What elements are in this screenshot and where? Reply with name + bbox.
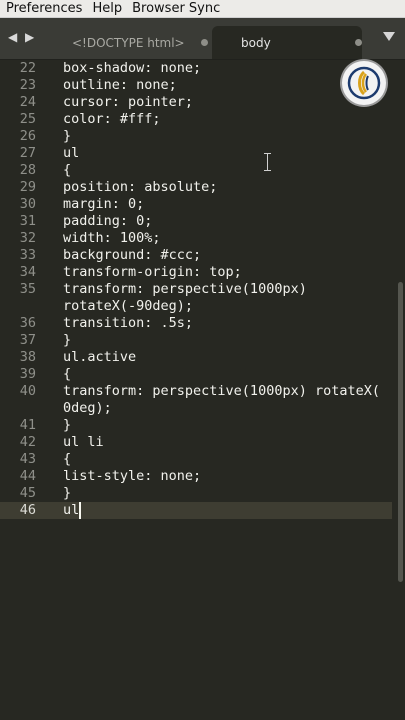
tab-close-dot-icon[interactable]: [200, 39, 208, 46]
code-text: width: 100%;: [63, 230, 161, 246]
text-cursor-icon: [263, 153, 272, 171]
code-text: color: #fff;: [63, 111, 161, 127]
line-number: 40: [19, 383, 36, 399]
code-line[interactable]: 44 list-style: none;: [0, 468, 392, 485]
code-text: ul: [63, 145, 80, 161]
code-line[interactable]: 28 {: [0, 162, 392, 179]
line-number: 36: [19, 315, 36, 331]
code-text: margin: 0;: [63, 196, 145, 212]
scrollbar[interactable]: [393, 60, 405, 720]
line-number: 42: [19, 434, 36, 450]
code-text: transition: .5s;: [63, 315, 194, 331]
line-number: 26: [19, 128, 36, 144]
code-line[interactable]: 31 padding: 0;: [0, 213, 392, 230]
line-number: 33: [19, 247, 36, 263]
code-line[interactable]: 37}: [0, 332, 392, 349]
code-text: ul: [63, 502, 80, 518]
code-text: ul.active: [63, 349, 137, 365]
code-text: {: [63, 366, 72, 382]
line-number: 27: [19, 145, 36, 161]
menu-help[interactable]: Help: [86, 1, 126, 16]
menu-bar: Preferences Help Browser Sync: [0, 0, 405, 18]
code-line[interactable]: 39 {: [0, 366, 392, 383]
code-text: }: [63, 485, 72, 501]
code-text: {: [63, 451, 72, 467]
code-text: position: absolute;: [63, 179, 218, 195]
code-line[interactable]: 43 {: [0, 451, 392, 468]
code-text: list-style: none;: [63, 468, 202, 484]
tab-body[interactable]: body: [212, 26, 362, 59]
code-line[interactable]: 46 ul: [0, 502, 392, 519]
scrollbar-thumb[interactable]: [398, 282, 403, 582]
chevron-left-right-icon[interactable]: ◀ ▶: [8, 30, 36, 44]
tab-bar: ◀ ▶ <!DOCTYPE html> body: [0, 18, 405, 60]
code-line[interactable]: 25 color: #fff;: [0, 111, 392, 128]
tab-list-dropdown-icon[interactable]: [383, 32, 395, 41]
line-number: 22: [19, 60, 36, 76]
line-number: 32: [19, 230, 36, 246]
code-line[interactable]: 38 ul.active: [0, 349, 392, 366]
code-line[interactable]: 22 box-shadow: none;: [0, 60, 392, 77]
tab-label: <!DOCTYPE html>: [72, 35, 185, 50]
code-line[interactable]: 30 margin: 0;: [0, 196, 392, 213]
line-number: 46: [19, 502, 36, 518]
code-line[interactable]: 26}: [0, 128, 392, 145]
line-number: 30: [19, 196, 36, 212]
code-line[interactable]: 24 cursor: pointer;: [0, 94, 392, 111]
menu-browser-sync[interactable]: Browser Sync: [126, 1, 224, 16]
code-text: 0deg);: [63, 400, 112, 416]
code-line[interactable]: rotateX(-90deg);: [0, 298, 392, 315]
tab-close-dot-icon[interactable]: [354, 39, 362, 46]
text-caret: [79, 502, 81, 519]
code-line[interactable]: 35 transform: perspective(1000px): [0, 281, 392, 298]
code-text: padding: 0;: [63, 213, 153, 229]
code-text: transform-origin: top;: [63, 264, 242, 280]
line-number: 39: [19, 366, 36, 382]
code-editor[interactable]: 22 box-shadow: none; 23 outline: none; 24 cur…: [0, 60, 405, 720]
code-text: outline: none;: [63, 77, 177, 93]
code-text: }: [63, 128, 72, 144]
line-number: 29: [19, 179, 36, 195]
tab-doctype-html[interactable]: <!DOCTYPE html>: [44, 26, 212, 59]
code-line[interactable]: 40 transform: perspective(1000px) rotateX…: [0, 383, 392, 400]
code-line[interactable]: 33 background: #ccc;: [0, 247, 392, 264]
line-number: 43: [19, 451, 36, 467]
code-text: transform: perspective(1000px): [63, 281, 307, 297]
line-number: 25: [19, 111, 36, 127]
code-line[interactable]: 34 transform-origin: top;: [0, 264, 392, 281]
code-line[interactable]: 32 width: 100%;: [0, 230, 392, 247]
code-text: }: [63, 332, 72, 348]
code-line[interactable]: 29 position: absolute;: [0, 179, 392, 196]
channel-logo-icon: [342, 61, 386, 105]
line-number: 41: [19, 417, 36, 433]
code-line[interactable]: 23 outline: none;: [0, 77, 392, 94]
menu-preferences[interactable]: Preferences: [0, 1, 86, 16]
code-text: transform: perspective(1000px) rotateX(: [63, 383, 380, 399]
code-line[interactable]: 0deg);: [0, 400, 392, 417]
line-number: 38: [19, 349, 36, 365]
code-text: {: [63, 162, 72, 178]
line-number: 44: [19, 468, 36, 484]
line-number: 23: [19, 77, 36, 93]
code-line[interactable]: 36 transition: .5s;: [0, 315, 392, 332]
code-line[interactable]: 42 ul li: [0, 434, 392, 451]
line-number: 45: [19, 485, 36, 501]
code-text: }: [63, 417, 72, 433]
code-line[interactable]: 27 ul: [0, 145, 392, 162]
line-number: 34: [19, 264, 36, 280]
code-text: box-shadow: none;: [63, 60, 202, 76]
line-number: 24: [19, 94, 36, 110]
code-text: ul li: [63, 434, 104, 450]
code-text: cursor: pointer;: [63, 94, 194, 110]
code-line[interactable]: 41}: [0, 417, 392, 434]
line-number: 37: [19, 332, 36, 348]
line-number: 31: [19, 213, 36, 229]
tab-label: body: [241, 35, 271, 50]
code-text: rotateX(-90deg);: [63, 298, 194, 314]
code-line[interactable]: 45}: [0, 485, 392, 502]
line-number: 35: [19, 281, 36, 297]
line-number: 28: [19, 162, 36, 178]
code-text: background: #ccc;: [63, 247, 202, 263]
